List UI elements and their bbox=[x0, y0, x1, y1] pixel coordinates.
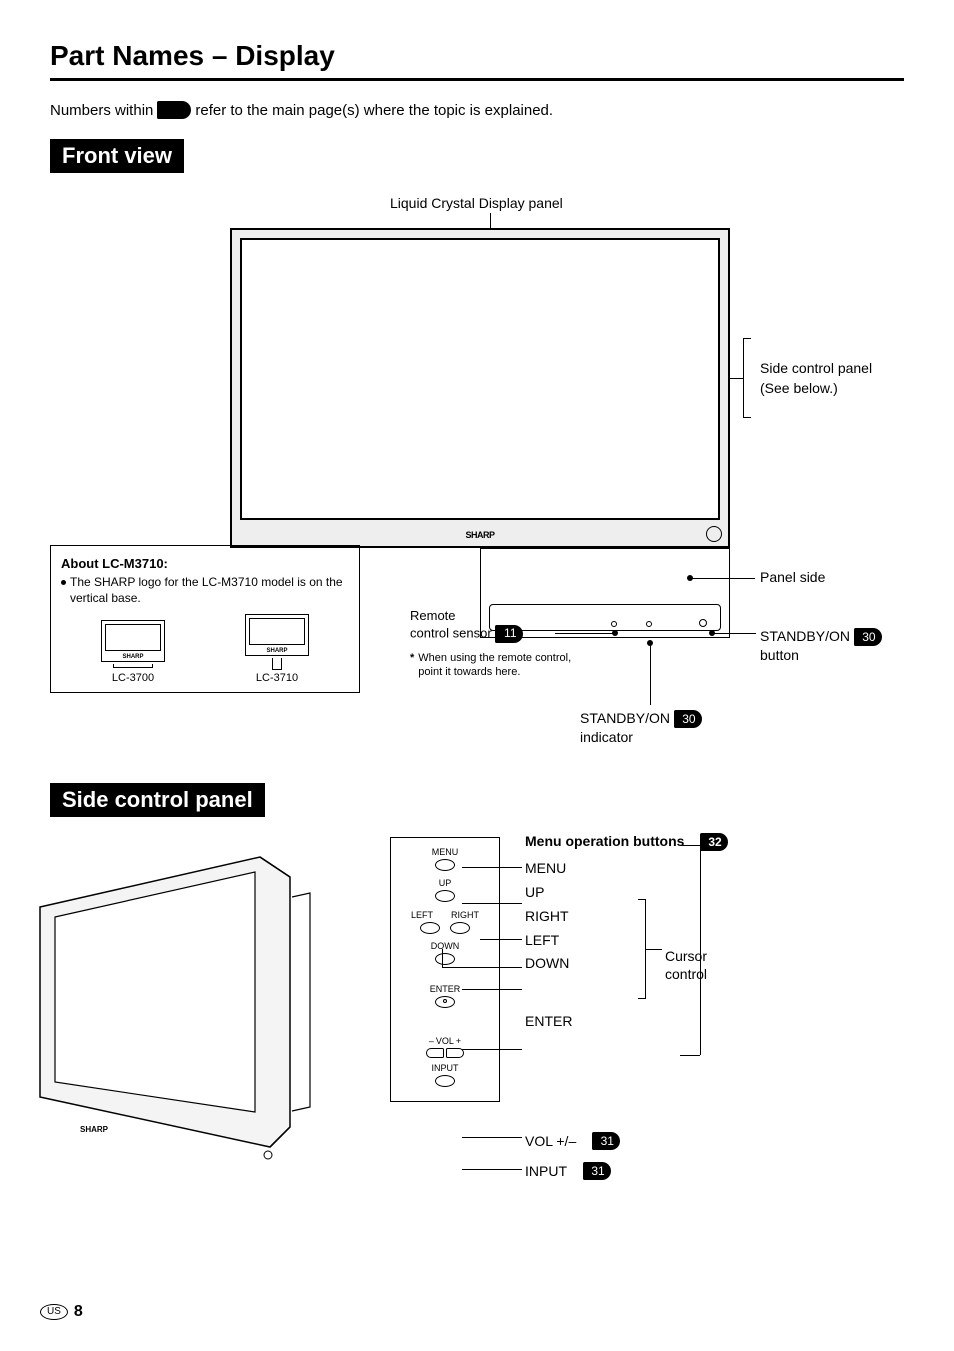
side-control-diagram: SHARP MENU UP LEFT RIGHT DOWN ENTER – VO… bbox=[50, 817, 904, 1277]
intro-post: refer to the main page(s) where the topi… bbox=[195, 102, 553, 119]
left-button-icon bbox=[420, 922, 440, 934]
panel-side-label: Panel side bbox=[760, 569, 825, 585]
mini-tv-label-1: LC-3700 bbox=[112, 672, 154, 684]
scp-bottom-labels: VOL +/– 31 INPUT 31 bbox=[525, 1132, 620, 1192]
svg-text:SHARP: SHARP bbox=[80, 1125, 109, 1134]
standby-on-button-label: STANDBY/ON 30 button bbox=[760, 627, 882, 664]
enter-label: ENTER bbox=[525, 1010, 728, 1034]
page-title: Part Names – Display bbox=[50, 40, 904, 81]
front-view-diagram: Liquid Crystal Display panel SHARP Side … bbox=[50, 173, 904, 753]
about-title: About LC-M3710: bbox=[61, 556, 349, 571]
page-ref-30-indicator: 30 bbox=[674, 710, 702, 728]
panel-input-label: INPUT bbox=[397, 1064, 493, 1073]
standby-on-indicator-label: STANDBY/ON 30 indicator bbox=[580, 709, 702, 746]
about-text: The SHARP logo for the LC-M3710 model is… bbox=[70, 575, 349, 606]
down-button-icon bbox=[435, 953, 455, 965]
mini-tv-label-2: LC-3710 bbox=[256, 672, 298, 684]
panel-right-label: RIGHT bbox=[451, 910, 479, 920]
panel-up-label: UP bbox=[397, 879, 493, 888]
menu-label: MENU bbox=[525, 857, 728, 881]
scp-labels: Menu operation buttons 32 MENU UP RIGHT … bbox=[525, 833, 728, 1034]
page-ref-11: 11 bbox=[495, 625, 523, 643]
remote-sensor-note: * When using the remote control, point i… bbox=[410, 651, 580, 680]
region-badge: US bbox=[40, 1304, 68, 1320]
page-number: 8 bbox=[74, 1303, 83, 1321]
input-label: INPUT bbox=[525, 1163, 567, 1179]
side-control-panel-label: Side control panel (See below.) bbox=[760, 359, 872, 398]
right-button-icon bbox=[450, 922, 470, 934]
up-button-icon bbox=[435, 890, 455, 902]
vol-label: VOL +/– bbox=[525, 1133, 576, 1149]
input-button-icon bbox=[435, 1075, 455, 1087]
panel-vol-label: VOL bbox=[436, 1036, 454, 1046]
tv-brand: SHARP bbox=[465, 530, 494, 540]
bullet-icon bbox=[61, 580, 66, 585]
tv-side-drawing: SHARP bbox=[30, 837, 340, 1187]
side-control-panel-section: Side control panel bbox=[50, 783, 265, 817]
menu-button-icon bbox=[435, 859, 455, 871]
tv-front: SHARP bbox=[230, 228, 730, 548]
menu-ops-title: Menu operation buttons bbox=[525, 833, 684, 849]
panel-menu-label: MENU bbox=[397, 848, 493, 857]
panel-down-label: DOWN bbox=[397, 942, 493, 951]
power-circle-icon bbox=[706, 526, 722, 542]
about-box: About LC-M3710: The SHARP logo for the L… bbox=[50, 545, 360, 693]
page-footer: US 8 bbox=[40, 1303, 83, 1321]
enter-button-icon bbox=[435, 996, 455, 1008]
right-label: RIGHT bbox=[525, 905, 728, 929]
front-view-label: Front view bbox=[50, 139, 184, 173]
up-label: UP bbox=[525, 881, 728, 905]
button-column: MENU UP LEFT RIGHT DOWN ENTER – VOL + bbox=[390, 837, 500, 1102]
tv-screen bbox=[240, 238, 720, 520]
remote-sensor-label: Remote control sensor 11 bbox=[410, 608, 540, 643]
intro-line: Numbers within refer to the main page(s)… bbox=[50, 101, 904, 119]
page-ref-31-vol: 31 bbox=[592, 1132, 620, 1150]
page-ref-32: 32 bbox=[700, 833, 728, 851]
lcd-panel-label: Liquid Crystal Display panel bbox=[390, 195, 563, 211]
vol-minus-icon bbox=[426, 1048, 444, 1058]
mini-tv-lc3700: LC-3700 bbox=[101, 620, 165, 684]
intro-pre: Numbers within bbox=[50, 102, 153, 119]
panel-left-label: LEFT bbox=[411, 910, 433, 920]
page-ref-30-button: 30 bbox=[854, 628, 882, 646]
mini-tv-lc3710: LC-3710 bbox=[245, 614, 309, 684]
page-ref-31-input: 31 bbox=[583, 1162, 611, 1180]
page-ref-icon bbox=[157, 101, 191, 119]
